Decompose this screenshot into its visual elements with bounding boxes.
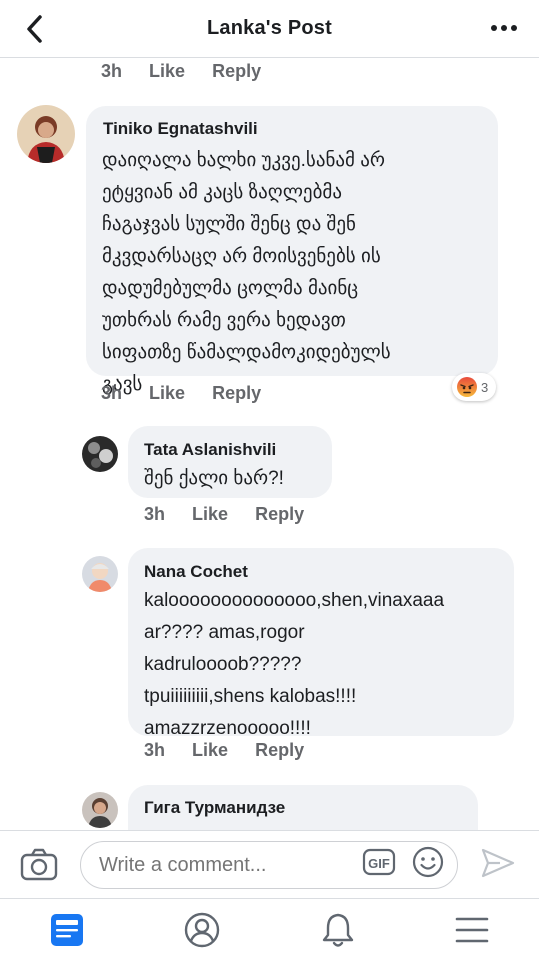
- avatar[interactable]: [82, 792, 118, 828]
- comment-time: 3h: [144, 504, 166, 524]
- comment-text: kaloooooooooooooo,shen,vinaxaaa ar???? a…: [144, 590, 445, 739]
- reply-button[interactable]: Reply: [212, 61, 261, 82]
- comment-actions: 3h Like Reply: [101, 61, 283, 87]
- comment-time: 3h: [144, 740, 166, 760]
- comment-author[interactable]: Nana Cochet: [144, 562, 248, 582]
- angry-reaction-icon: [457, 377, 477, 397]
- like-button[interactable]: Like: [192, 504, 228, 525]
- comment-composer: [0, 830, 539, 898]
- reply-button[interactable]: Reply: [212, 383, 261, 404]
- avatar[interactable]: [17, 105, 75, 163]
- like-button[interactable]: Like: [149, 61, 185, 82]
- comment-actions: 3h Like Reply: [144, 740, 326, 766]
- top-bar: Lanka's Post: [0, 0, 539, 58]
- more-horizontal-icon[interactable]: [489, 18, 519, 38]
- gif-label: GIF: [368, 856, 390, 871]
- like-button[interactable]: Like: [192, 740, 228, 761]
- comment-actions: 3h Like Reply: [101, 383, 283, 409]
- comment-input[interactable]: [80, 841, 458, 889]
- comment-actions: 3h Like Reply: [144, 504, 326, 530]
- page-title: Lanka's Post: [207, 17, 332, 39]
- camera-icon[interactable]: [20, 847, 58, 881]
- comment-time: 3h: [101, 61, 123, 81]
- comment-text: შენ ქალი ხარ?!: [144, 468, 284, 489]
- reaction-count: 3: [481, 379, 489, 395]
- news-feed-icon[interactable]: [47, 911, 87, 949]
- avatar[interactable]: [82, 556, 118, 592]
- bell-icon[interactable]: [318, 911, 358, 949]
- comment-text: დაიღალა ხალხი უკვე.სანამ არ ეტყვიან ამ კ…: [102, 150, 391, 395]
- reply-button[interactable]: Reply: [255, 504, 304, 525]
- comment-time: 3h: [101, 383, 123, 403]
- comment-author[interactable]: Tata Aslanishvili: [144, 440, 276, 460]
- emoji-icon[interactable]: [412, 846, 444, 878]
- bottom-tab-bar: [0, 898, 539, 960]
- hamburger-menu-icon[interactable]: [452, 911, 492, 949]
- gif-icon[interactable]: GIF: [362, 847, 396, 877]
- comment-author[interactable]: Гига Турманидзе: [144, 798, 285, 818]
- comments-feed[interactable]: 3h Like Reply Tiniko Egnatashvili დაიღალ…: [0, 58, 539, 830]
- like-button[interactable]: Like: [149, 383, 185, 404]
- avatar[interactable]: [82, 436, 118, 472]
- send-icon[interactable]: [480, 847, 516, 879]
- profile-icon[interactable]: [182, 911, 222, 949]
- reply-button[interactable]: Reply: [255, 740, 304, 761]
- reaction-badge[interactable]: 3: [452, 373, 497, 401]
- comment-author[interactable]: Tiniko Egnatashvili: [103, 119, 258, 139]
